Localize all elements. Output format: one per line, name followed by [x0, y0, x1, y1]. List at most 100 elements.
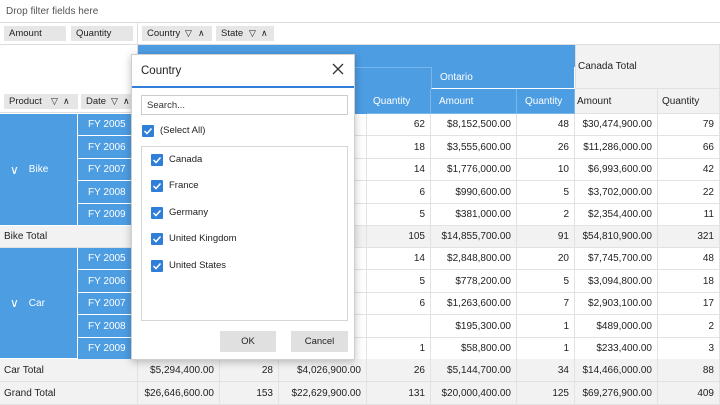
country-item-label[interactable]: Canada	[169, 154, 202, 165]
canada-total-quantity-cell: 22	[658, 181, 720, 204]
amount-field-chip[interactable]: Amount	[4, 26, 66, 41]
product-bike-header[interactable]: ∨ Bike	[0, 114, 78, 226]
canada-total-amount-cell: $2,903,100.00	[575, 293, 658, 315]
filter-icon[interactable]: ▽	[185, 28, 192, 39]
ontario-amount-cell: $195,300.00	[431, 315, 517, 338]
filter-drop-text: Drop filter fields here	[6, 5, 99, 17]
ontario-amount-cell: $381,000.00	[431, 204, 517, 226]
canada-total-quantity-cell: 17	[658, 293, 720, 315]
car-total-ontario-amount: $5,144,700.00	[431, 359, 517, 382]
amount-measure-header[interactable]: Amount	[431, 89, 517, 114]
canada-total-amount-cell: $11,286,000.00	[575, 136, 658, 159]
country-item-label[interactable]: France	[169, 180, 199, 191]
ok-button[interactable]: OK	[220, 331, 276, 352]
grand-total-quantity-1: 153	[220, 382, 279, 405]
country-checkbox[interactable]	[151, 180, 163, 193]
canada-total-amount-cell: $6,993,600.00	[575, 159, 658, 181]
chevron-down-icon[interactable]: ∨	[10, 296, 19, 310]
date-field-chip[interactable]: Date ▽ ∧	[81, 94, 137, 109]
country-filter-dialog: Country Search... (Select All) Canada Fra…	[131, 54, 355, 360]
canada-total-quantity-cell: 79	[658, 114, 720, 136]
quantity-cell: 5	[367, 204, 431, 226]
quantity-cell: 62	[367, 114, 431, 136]
canada-total-quantity-cell: 11	[658, 204, 720, 226]
date-row-header[interactable]: FY 2007	[78, 293, 138, 315]
country-field-chip[interactable]: Country ▽ ∧	[142, 26, 212, 41]
canada-total-amount-cell: $30,474,900.00	[575, 114, 658, 136]
canada-total-amount-cell: $7,745,700.00	[575, 248, 658, 270]
sort-up-icon[interactable]: ∧	[198, 28, 205, 39]
sort-up-icon[interactable]: ∧	[63, 96, 70, 107]
canada-total-amount-cell: $3,094,800.00	[575, 270, 658, 293]
filter-icon[interactable]: ▽	[111, 96, 118, 107]
country-checkbox[interactable]	[151, 259, 163, 272]
country-item-label[interactable]: United Kingdom	[169, 233, 237, 244]
quantity-measure-header[interactable]: Quantity	[658, 89, 720, 114]
filter-drop-area[interactable]: Drop filter fields here	[0, 0, 720, 23]
date-row-header[interactable]: FY 2009	[78, 204, 138, 226]
canada-total-quantity-cell: 48	[658, 248, 720, 270]
bike-total-label: Bike Total	[0, 226, 138, 248]
quantity-cell: 14	[367, 159, 431, 181]
ontario-quantity-cell: 1	[517, 338, 575, 360]
ontario-quantity-cell: 5	[517, 181, 575, 204]
quantity-measure-header[interactable]: Quantity	[367, 89, 431, 114]
country-checkbox[interactable]	[151, 206, 163, 219]
search-input[interactable]: Search...	[141, 95, 348, 115]
select-all-checkbox[interactable]	[142, 125, 154, 137]
ontario-quantity-cell: 7	[517, 293, 575, 315]
select-all-label[interactable]: (Select All)	[160, 125, 205, 136]
date-row-header[interactable]: FY 2005	[78, 114, 138, 136]
canada-total-header[interactable]: Canada Total	[575, 45, 720, 89]
country-item-label[interactable]: United States	[169, 260, 226, 271]
quantity-measure-header[interactable]: Quantity	[517, 89, 575, 114]
date-row-header[interactable]: FY 2006	[78, 270, 138, 293]
date-row-header[interactable]: FY 2008	[78, 315, 138, 338]
sort-up-icon[interactable]: ∧	[261, 28, 268, 39]
car-total-amount-1: $5,294,400.00	[138, 359, 220, 382]
date-row-header[interactable]: FY 2009	[78, 338, 138, 360]
sort-up-icon[interactable]: ∧	[123, 96, 130, 107]
ontario-header[interactable]: Ontario	[431, 67, 575, 89]
canada-total-amount-cell: $233,400.00	[575, 338, 658, 360]
car-total-canada-quantity: 88	[658, 359, 720, 382]
ontario-quantity-cell: 10	[517, 159, 575, 181]
cancel-button[interactable]: Cancel	[291, 331, 348, 352]
ontario-amount-cell: $990,600.00	[431, 181, 517, 204]
canada-total-amount-cell: $3,702,000.00	[575, 181, 658, 204]
state-field-chip[interactable]: State ▽ ∧	[216, 26, 274, 41]
amount-measure-header[interactable]: Amount	[575, 89, 658, 114]
date-row-header[interactable]: FY 2008	[78, 181, 138, 204]
bike-total-ontario-amount: $14,855,700.00	[431, 226, 517, 248]
ontario-quantity-cell: 5	[517, 270, 575, 293]
car-total-ontario-quantity: 34	[517, 359, 575, 382]
product-car-header[interactable]: ∨ Car	[0, 248, 78, 359]
canada-total-quantity-cell: 2	[658, 315, 720, 338]
chevron-down-icon[interactable]: ∨	[10, 163, 19, 177]
quantity-cell: 5	[367, 270, 431, 293]
canada-total-quantity-cell: 66	[658, 136, 720, 159]
country-checkbox[interactable]	[151, 154, 163, 166]
quantity-cell: 6	[367, 181, 431, 204]
ontario-amount-cell: $3,555,600.00	[431, 136, 517, 159]
date-row-header[interactable]: FY 2006	[78, 136, 138, 159]
filter-icon[interactable]: ▽	[51, 96, 58, 107]
canada-total-quantity-cell: 18	[658, 270, 720, 293]
country-checkbox[interactable]	[151, 233, 163, 246]
canada-total-quantity-cell: 42	[658, 159, 720, 181]
ontario-quantity-cell: 48	[517, 114, 575, 136]
filter-icon[interactable]: ▽	[249, 28, 256, 39]
dialog-title-underline	[132, 86, 354, 88]
car-total-quantity-2: 26	[367, 359, 431, 382]
quantity-field-chip[interactable]: Quantity	[71, 26, 133, 41]
product-field-chip[interactable]: Product ▽ ∧	[4, 94, 78, 109]
ontario-amount-cell: $1,263,600.00	[431, 293, 517, 315]
date-row-header[interactable]: FY 2005	[78, 248, 138, 270]
country-item-label[interactable]: Germany	[169, 207, 208, 218]
close-icon[interactable]	[330, 61, 346, 77]
date-row-header[interactable]: FY 2007	[78, 159, 138, 181]
ontario-amount-cell: $1,776,000.00	[431, 159, 517, 181]
bike-total-canada-amount: $54,810,900.00	[575, 226, 658, 248]
car-total-quantity-1: 28	[220, 359, 279, 382]
grand-total-label: Grand Total	[0, 382, 138, 405]
